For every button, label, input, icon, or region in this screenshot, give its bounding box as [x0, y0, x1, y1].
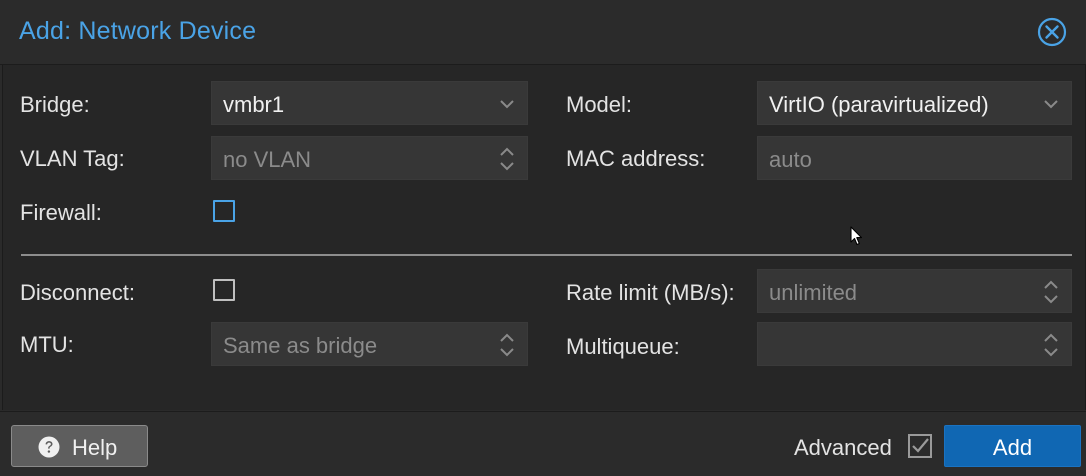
- vlan-tag-spinner[interactable]: no VLAN: [211, 136, 528, 180]
- mac-address-placeholder: auto: [769, 147, 812, 172]
- close-icon[interactable]: [1036, 16, 1068, 48]
- model-select[interactable]: VirtIO (paravirtualized): [757, 81, 1072, 125]
- mtu-spinner[interactable]: Same as bridge: [211, 322, 528, 366]
- disconnect-checkbox[interactable]: [213, 279, 235, 301]
- add-button[interactable]: Add: [944, 425, 1081, 467]
- multiqueue-label: Multiqueue:: [566, 334, 680, 359]
- dialog-title: Add: Network Device: [19, 17, 257, 45]
- spinner-arrows-icon[interactable]: [499, 331, 515, 359]
- spinner-arrows-icon[interactable]: [499, 145, 515, 173]
- chevron-down-icon[interactable]: [499, 94, 515, 114]
- mac-address-input[interactable]: auto: [757, 136, 1072, 180]
- mtu-placeholder: Same as bridge: [223, 333, 378, 358]
- question-circle-icon: [38, 436, 60, 458]
- vlan-tag-placeholder: no VLAN: [223, 147, 312, 172]
- bridge-select[interactable]: vmbr1: [211, 81, 528, 125]
- rate-limit-spinner[interactable]: unlimited: [757, 269, 1072, 313]
- mac-address-label: MAC address:: [566, 146, 706, 171]
- add-network-device-dialog: Add: Network Device Bridge: vmbr1 Model:…: [0, 0, 1086, 476]
- rate-limit-placeholder: unlimited: [769, 280, 858, 305]
- mtu-label: MTU:: [20, 332, 74, 357]
- firewall-label: Firewall:: [20, 200, 102, 225]
- rate-limit-label: Rate limit (MB/s):: [566, 280, 735, 305]
- bridge-label: Bridge:: [20, 92, 90, 117]
- bridge-value: vmbr1: [223, 92, 285, 117]
- mouse-cursor-icon: [850, 226, 863, 246]
- multiqueue-spinner[interactable]: [757, 322, 1072, 366]
- model-value: VirtIO (paravirtualized): [769, 92, 989, 117]
- spinner-arrows-icon[interactable]: [1043, 278, 1059, 306]
- help-button-label: Help: [72, 435, 118, 460]
- dialog-titlebar: Add: Network Device: [0, 0, 1086, 65]
- chevron-down-icon[interactable]: [1043, 94, 1059, 114]
- disconnect-label: Disconnect:: [20, 280, 135, 305]
- spinner-arrows-icon[interactable]: [1043, 331, 1059, 359]
- vlan-tag-label: VLAN Tag:: [20, 146, 125, 171]
- model-label: Model:: [566, 92, 633, 117]
- advanced-separator: [21, 254, 1072, 256]
- help-button[interactable]: Help: [11, 425, 148, 467]
- add-button-label: Add: [992, 435, 1033, 460]
- firewall-checkbox[interactable]: [213, 200, 235, 222]
- advanced-label: Advanced: [794, 435, 892, 460]
- advanced-checkbox[interactable]: [908, 434, 932, 458]
